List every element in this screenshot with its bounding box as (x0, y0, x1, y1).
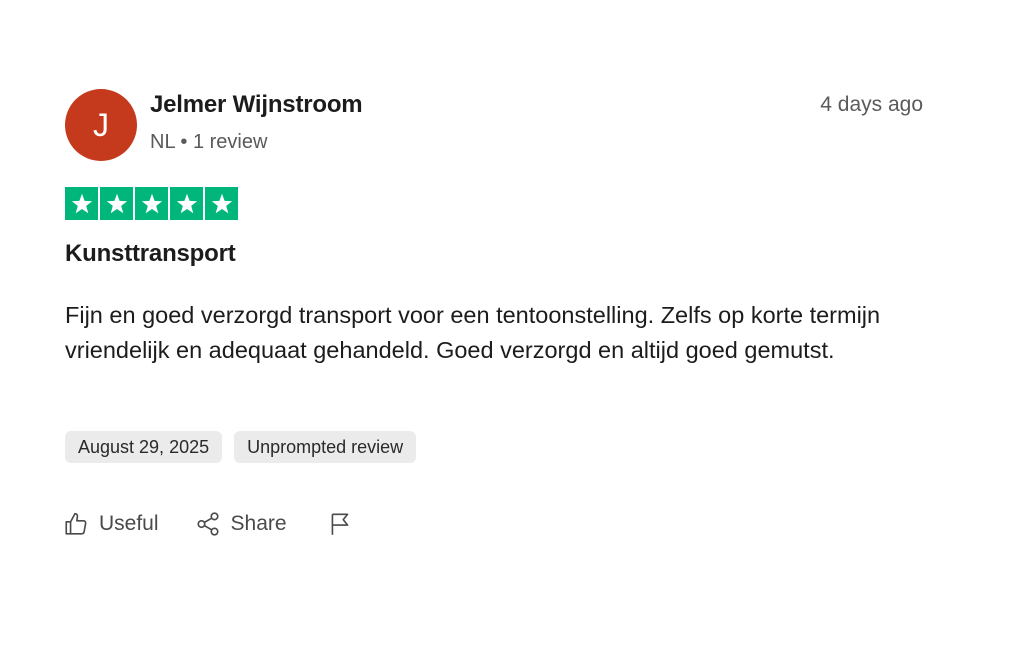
thumbs-up-icon (65, 512, 87, 535)
useful-label: Useful (99, 512, 159, 535)
useful-button[interactable]: Useful (63, 511, 159, 537)
star-icon (135, 187, 168, 220)
star-rating (65, 187, 238, 220)
reviewer-name[interactable]: Jelmer Wijnstroom (150, 91, 363, 119)
review-actions: Useful Share (63, 511, 353, 537)
report-button[interactable] (327, 511, 353, 537)
share-icon (196, 512, 219, 536)
review-tags: August 29, 2025 Unprompted review (65, 431, 417, 463)
star-icon (65, 187, 98, 220)
share-button[interactable]: Share (195, 511, 287, 537)
avatar[interactable]: J (65, 89, 137, 161)
review-card: J Jelmer Wijnstroom NL • 1 review 4 days… (0, 0, 1024, 658)
review-date-badge: August 29, 2025 (65, 431, 223, 463)
review-age: 4 days ago (820, 93, 923, 116)
review-type-badge[interactable]: Unprompted review (234, 431, 417, 463)
star-icon (170, 187, 203, 220)
avatar-initial: J (93, 107, 109, 143)
reviewer-meta: NL • 1 review (150, 131, 268, 153)
star-icon (100, 187, 133, 220)
share-label: Share (230, 512, 287, 535)
flag-icon (331, 513, 348, 535)
review-title: Kunsttransport (65, 240, 236, 267)
review-body: Fijn en goed verzorgd transport voor een… (65, 302, 881, 363)
star-icon (205, 187, 238, 220)
